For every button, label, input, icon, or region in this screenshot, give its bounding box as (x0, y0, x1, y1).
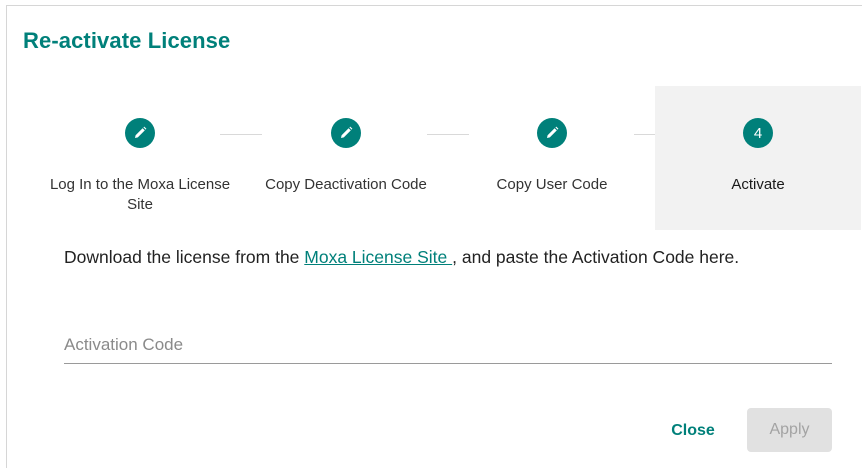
reactivate-license-dialog: Re-activate License Log In to the Moxa L… (6, 5, 862, 468)
step-copy-deactivation-code: Copy Deactivation Code (243, 86, 449, 230)
stepper: Log In to the Moxa License Site Copy Dea… (7, 86, 862, 230)
step-label: Activate (731, 176, 785, 193)
step-label: Copy User Code (496, 176, 608, 193)
close-button[interactable]: Close (655, 409, 731, 453)
step-number-badge: 4 (743, 118, 773, 148)
step-activate: 4 Activate (655, 86, 861, 230)
pencil-icon (125, 118, 155, 148)
instructions-text: Download the license from the Moxa Licen… (64, 246, 814, 269)
activation-code-field (64, 329, 832, 364)
apply-button[interactable]: Apply (747, 408, 832, 452)
step-copy-user-code: Copy User Code (449, 86, 655, 230)
activation-code-input[interactable] (64, 329, 832, 361)
step-label: Copy Deactivation Code (265, 176, 427, 193)
pencil-icon (331, 118, 361, 148)
instructions-prefix: Download the license from the (64, 247, 305, 267)
step-log-in: Log In to the Moxa License Site (37, 86, 243, 230)
dialog-title: Re-activate License (23, 28, 231, 53)
moxa-license-site-link[interactable]: Moxa License Site (304, 247, 452, 267)
pencil-icon (537, 118, 567, 148)
instructions-suffix: , and paste the Activation Code here. (452, 247, 740, 267)
step-label: Log In to the Moxa License Site (49, 176, 231, 213)
